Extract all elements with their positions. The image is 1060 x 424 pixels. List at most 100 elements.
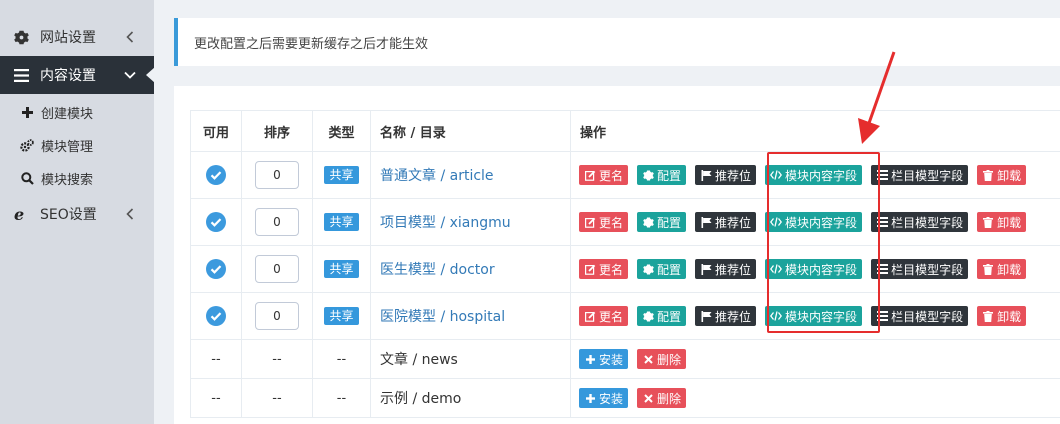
rename-label: 更名	[599, 262, 624, 277]
column-fields-button[interactable]: 栏目模型字段	[871, 165, 969, 185]
sort-cell	[241, 292, 313, 340]
uninstall-label: 卸载	[997, 262, 1022, 277]
recommend-label: 推荐位	[715, 168, 752, 183]
chevron-down-icon	[124, 69, 136, 81]
check-circle-icon[interactable]	[206, 259, 226, 279]
sort-order-input[interactable]	[255, 302, 299, 330]
column-fields-button[interactable]: 栏目模型字段	[871, 212, 969, 232]
uninstall-button[interactable]: 卸载	[977, 165, 1027, 185]
config-button[interactable]: 配置	[637, 212, 687, 232]
uninstall-button[interactable]: 卸载	[977, 212, 1027, 232]
install-button[interactable]: 安装	[579, 349, 629, 369]
uninstall-label: 卸载	[997, 309, 1022, 324]
plus-icon	[584, 353, 596, 365]
recommend-button[interactable]: 推荐位	[695, 212, 757, 232]
uninstall-button[interactable]: 卸载	[977, 259, 1027, 279]
module-name-link[interactable]: 医生模型 / doctor	[380, 262, 495, 278]
uninstall-label: 卸载	[997, 168, 1022, 183]
close-icon	[642, 392, 654, 404]
table-header-row: 可用 排序 类型 名称 / 目录 操作	[190, 110, 1060, 152]
module-name-link[interactable]: 医院模型 / hospital	[380, 309, 505, 325]
sort-cell	[241, 151, 313, 199]
delete-label: 删除	[657, 391, 682, 406]
sort-order-input[interactable]	[255, 161, 299, 189]
recommend-button[interactable]: 推荐位	[695, 259, 757, 279]
sidebar-item-label: 网站设置	[40, 30, 96, 46]
sort-order-input[interactable]	[255, 208, 299, 236]
type-badge: 共享	[324, 260, 359, 278]
enabled-cell	[190, 292, 242, 340]
config-button[interactable]: 配置	[637, 306, 687, 326]
module-name: 示例 / demo	[380, 391, 462, 407]
module-name-link[interactable]: 普通文章 / article	[380, 168, 494, 184]
type-badge: 共享	[324, 213, 359, 231]
enabled-cell	[190, 151, 242, 199]
sort-cell: --	[241, 339, 313, 379]
type-badge: 共享	[324, 307, 359, 325]
submenu-item-module-search[interactable]: 模块搜索	[0, 162, 154, 195]
column-fields-button[interactable]: 栏目模型字段	[871, 259, 969, 279]
col-header-sort: 排序	[241, 110, 313, 152]
column-fields-label: 栏目模型字段	[891, 168, 964, 183]
trash-icon	[982, 310, 994, 322]
name-cell: 医院模型 / hospital	[370, 292, 571, 340]
install-button[interactable]: 安装	[579, 388, 629, 408]
sidebar-item-seo-settings[interactable]: e SEO设置	[0, 195, 154, 233]
config-button[interactable]: 配置	[637, 165, 687, 185]
check-circle-icon[interactable]	[206, 306, 226, 326]
column-fields-button[interactable]: 栏目模型字段	[871, 306, 969, 326]
rename-button[interactable]: 更名	[579, 212, 629, 232]
recommend-label: 推荐位	[715, 309, 752, 324]
trash-icon	[982, 216, 994, 228]
recommend-button[interactable]: 推荐位	[695, 165, 757, 185]
sidebar-item-site-settings[interactable]: 网站设置	[0, 18, 154, 56]
ie-icon: e	[13, 206, 29, 222]
recommend-button[interactable]: 推荐位	[695, 306, 757, 326]
module-table: 可用 排序 类型 名称 / 目录 操作 共享 普通文章 / article 更名…	[190, 110, 1060, 418]
gear-icon	[642, 169, 654, 181]
config-button[interactable]: 配置	[637, 259, 687, 279]
sidebar-item-content-settings[interactable]: 内容设置	[0, 56, 155, 94]
delete-button[interactable]: 删除	[637, 388, 687, 408]
name-cell: 医生模型 / doctor	[370, 245, 571, 293]
install-label: 安装	[599, 391, 624, 406]
actions-cell: 安装 删除	[570, 339, 1060, 379]
flag-icon	[700, 310, 712, 322]
sidebar-item-label: SEO设置	[40, 207, 97, 223]
rename-label: 更名	[599, 215, 624, 230]
col-header-actions: 操作	[570, 110, 1060, 152]
recommend-label: 推荐位	[715, 215, 752, 230]
enabled-cell: --	[190, 339, 242, 379]
rename-button[interactable]: 更名	[579, 165, 629, 185]
table-row: 共享 医院模型 / hospital 更名 配置 推荐位 模块内容字段 栏目模型…	[190, 292, 1060, 340]
edit-icon	[584, 310, 596, 322]
sidebar: 网站设置 内容设置 创建模块 模块管理 模块搜索 e SEO设置	[0, 0, 155, 424]
name-cell: 文章 / news	[370, 339, 571, 379]
config-label: 配置	[657, 309, 682, 324]
module-name-link[interactable]: 项目模型 / xiangmu	[380, 215, 511, 231]
rename-button[interactable]: 更名	[579, 306, 629, 326]
rename-label: 更名	[599, 309, 624, 324]
column-fields-label: 栏目模型字段	[891, 262, 964, 277]
check-circle-icon[interactable]	[206, 212, 226, 232]
flag-icon	[700, 216, 712, 228]
module-name: 文章 / news	[380, 352, 458, 368]
submenu-item-module-management[interactable]: 模块管理	[0, 129, 154, 162]
uninstall-button[interactable]: 卸载	[977, 306, 1027, 326]
menu-lines-icon	[13, 67, 29, 83]
annotation-arrow-icon	[858, 51, 896, 144]
close-icon	[642, 353, 654, 365]
submenu-item-create-module[interactable]: 创建模块	[0, 96, 154, 129]
rename-button[interactable]: 更名	[579, 259, 629, 279]
config-label: 配置	[657, 215, 682, 230]
rename-label: 更名	[599, 168, 624, 183]
svg-text:e: e	[14, 206, 24, 222]
type-badge: 共享	[324, 166, 359, 184]
install-label: 安装	[599, 352, 624, 367]
check-circle-icon[interactable]	[206, 165, 226, 185]
info-notice: 更改配置之后需要更新缓存之后才能生效	[174, 18, 1060, 66]
sort-order-input[interactable]	[255, 255, 299, 283]
submenu-item-label: 模块管理	[41, 140, 94, 155]
delete-button[interactable]: 删除	[637, 349, 687, 369]
chevron-left-icon	[124, 31, 136, 43]
